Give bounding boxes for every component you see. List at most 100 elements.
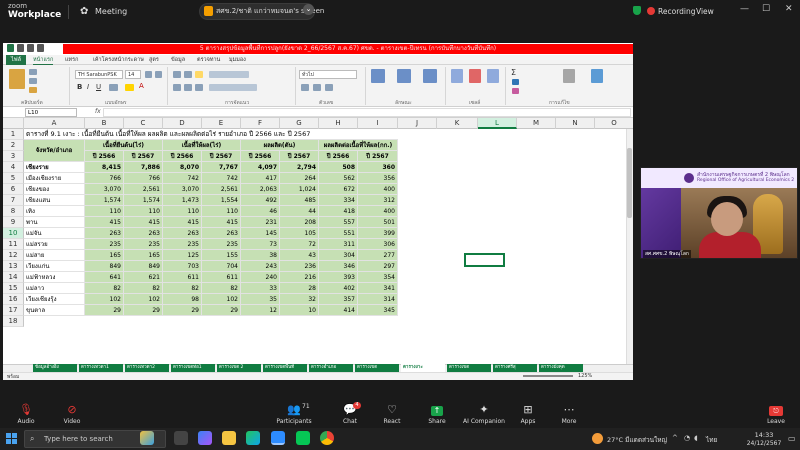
data-cell[interactable]: 82 bbox=[85, 283, 124, 294]
data-cell[interactable]: 2,561 bbox=[124, 184, 163, 195]
tab-data[interactable]: ข้อมูล bbox=[171, 56, 185, 64]
row-header-14[interactable]: 14 bbox=[3, 272, 24, 283]
district-name[interactable]: ขุนตาล bbox=[24, 305, 85, 316]
data-cell[interactable]: 304 bbox=[319, 250, 358, 261]
data-cell[interactable]: 46 bbox=[241, 206, 280, 217]
data-cell[interactable]: 306 bbox=[358, 239, 398, 250]
data-cell[interactable]: 345 bbox=[358, 305, 398, 316]
align-middle-icon[interactable] bbox=[184, 71, 192, 78]
tab-home[interactable]: หน้าแรก bbox=[33, 56, 54, 65]
data-cell[interactable]: 231 bbox=[241, 217, 280, 228]
row-header-9[interactable]: 9 bbox=[3, 217, 24, 228]
row-header-8[interactable]: 8 bbox=[3, 206, 24, 217]
data-cell[interactable]: 1,574 bbox=[85, 195, 124, 206]
tray-chevron-icon[interactable]: ^ bbox=[672, 434, 678, 442]
data-cell[interactable]: 742 bbox=[202, 173, 241, 184]
data-cell[interactable]: 102 bbox=[202, 294, 241, 305]
format-painter-icon[interactable] bbox=[29, 87, 37, 93]
data-cell[interactable]: 849 bbox=[85, 261, 124, 272]
header-group-1[interactable]: เนื้อที่ให้ผล(ไร่) bbox=[163, 140, 241, 151]
row-header-1[interactable]: 1 bbox=[3, 129, 24, 140]
task-view-icon[interactable] bbox=[174, 431, 188, 445]
data-cell[interactable]: 145 bbox=[241, 228, 280, 239]
data-cell[interactable]: 418 bbox=[319, 206, 358, 217]
district-name[interactable]: เชียงราย bbox=[24, 162, 85, 173]
column-header-L[interactable]: L bbox=[478, 118, 517, 129]
zoom-taskbar-icon[interactable] bbox=[271, 431, 285, 445]
sheet-tab[interactable]: ตารางเขต 2 bbox=[217, 364, 261, 372]
data-cell[interactable]: 354 bbox=[358, 272, 398, 283]
tab-view[interactable]: มุมมอง bbox=[229, 56, 246, 64]
paste-icon[interactable] bbox=[9, 69, 25, 89]
data-cell[interactable]: 10 bbox=[280, 305, 319, 316]
cut-icon[interactable] bbox=[29, 69, 37, 75]
data-cell[interactable]: 28 bbox=[280, 283, 319, 294]
data-cell[interactable]: 672 bbox=[319, 184, 358, 195]
data-cell[interactable]: 105 bbox=[280, 228, 319, 239]
merge-center-button[interactable] bbox=[209, 84, 257, 91]
encryption-shield-icon[interactable] bbox=[633, 6, 641, 15]
select-all-corner[interactable] bbox=[3, 118, 24, 129]
italic-icon[interactable]: I bbox=[87, 83, 89, 91]
header-group-2[interactable]: ผลผลิต(ตัน) bbox=[241, 140, 319, 151]
data-cell[interactable]: 33 bbox=[241, 283, 280, 294]
column-header-J[interactable]: J bbox=[398, 118, 437, 129]
minimize-icon[interactable]: — bbox=[740, 4, 749, 14]
district-name[interactable]: แม่ลาว bbox=[24, 283, 85, 294]
align-bottom-icon[interactable] bbox=[195, 71, 203, 78]
edge-icon[interactable] bbox=[246, 431, 260, 445]
data-cell[interactable]: 82 bbox=[202, 283, 241, 294]
data-cell[interactable]: 8,070 bbox=[163, 162, 202, 173]
data-cell[interactable]: 12 bbox=[241, 305, 280, 316]
data-cell[interactable]: 742 bbox=[163, 173, 202, 184]
format-table-icon[interactable] bbox=[397, 69, 411, 83]
header-year-0-1[interactable]: ปี 2567 bbox=[124, 151, 163, 162]
data-cell[interactable]: 7,767 bbox=[202, 162, 241, 173]
data-cell[interactable]: 235 bbox=[124, 239, 163, 250]
sheet-tab[interactable]: ตารางมังคุด bbox=[539, 364, 583, 372]
column-header-E[interactable]: E bbox=[202, 118, 241, 129]
row-header-4[interactable]: 4 bbox=[3, 162, 24, 173]
borders-icon[interactable] bbox=[109, 84, 118, 91]
copilot-icon[interactable] bbox=[198, 431, 212, 445]
clock-time[interactable]: 14:33 bbox=[744, 431, 784, 439]
data-cell[interactable]: 44 bbox=[280, 206, 319, 217]
format-cells-icon[interactable] bbox=[487, 69, 499, 83]
district-name[interactable]: เทิง bbox=[24, 206, 85, 217]
underline-icon[interactable]: U bbox=[96, 83, 101, 91]
data-cell[interactable]: 208 bbox=[280, 217, 319, 228]
input-language[interactable]: ไทย bbox=[706, 435, 717, 445]
data-cell[interactable]: 399 bbox=[358, 228, 398, 239]
sort-filter-icon[interactable] bbox=[563, 69, 575, 83]
data-cell[interactable]: 110 bbox=[85, 206, 124, 217]
align-right-icon[interactable] bbox=[195, 84, 203, 91]
column-header-H[interactable]: H bbox=[319, 118, 358, 129]
data-cell[interactable]: 165 bbox=[85, 250, 124, 261]
tab-page-layout[interactable]: เค้าโครงหน้ากระดาษ bbox=[93, 56, 144, 64]
find-select-icon[interactable] bbox=[591, 69, 603, 83]
bold-icon[interactable]: B bbox=[77, 83, 82, 91]
column-header-G[interactable]: G bbox=[280, 118, 319, 129]
apps-icon[interactable]: ⊞ bbox=[508, 403, 548, 416]
worksheet-grid[interactable]: ABCDEFGHIJKLMNO 1 2 3 4 5 6 7 8 9 10 11 12 13 14 15 16 1… bbox=[3, 118, 633, 364]
more-icon[interactable]: ⋯ bbox=[549, 403, 589, 416]
row-header-13[interactable]: 13 bbox=[3, 261, 24, 272]
shrink-font-icon[interactable] bbox=[155, 71, 162, 78]
align-center-icon[interactable] bbox=[184, 84, 192, 91]
video-icon[interactable]: ⊘ bbox=[52, 403, 92, 416]
microphone-icon[interactable]: 🎙 bbox=[6, 403, 46, 416]
data-cell[interactable]: 1,554 bbox=[202, 195, 241, 206]
data-cell[interactable]: 357 bbox=[319, 294, 358, 305]
data-cell[interactable]: 3,070 bbox=[163, 184, 202, 195]
ai-companion-icon[interactable]: ✦ bbox=[464, 403, 504, 416]
data-cell[interactable]: 110 bbox=[163, 206, 202, 217]
windows-start-icon[interactable] bbox=[6, 433, 17, 444]
sheet-tab[interactable]: ตารางอำเภอ bbox=[309, 364, 353, 372]
chat-icon[interactable]: 💬 bbox=[330, 403, 370, 416]
wrap-text-button[interactable] bbox=[209, 71, 249, 78]
zoom-slider[interactable] bbox=[523, 375, 573, 377]
data-cell[interactable]: 501 bbox=[358, 217, 398, 228]
data-cell[interactable]: 2,063 bbox=[241, 184, 280, 195]
data-cell[interactable]: 263 bbox=[163, 228, 202, 239]
data-cell[interactable]: 7,886 bbox=[124, 162, 163, 173]
